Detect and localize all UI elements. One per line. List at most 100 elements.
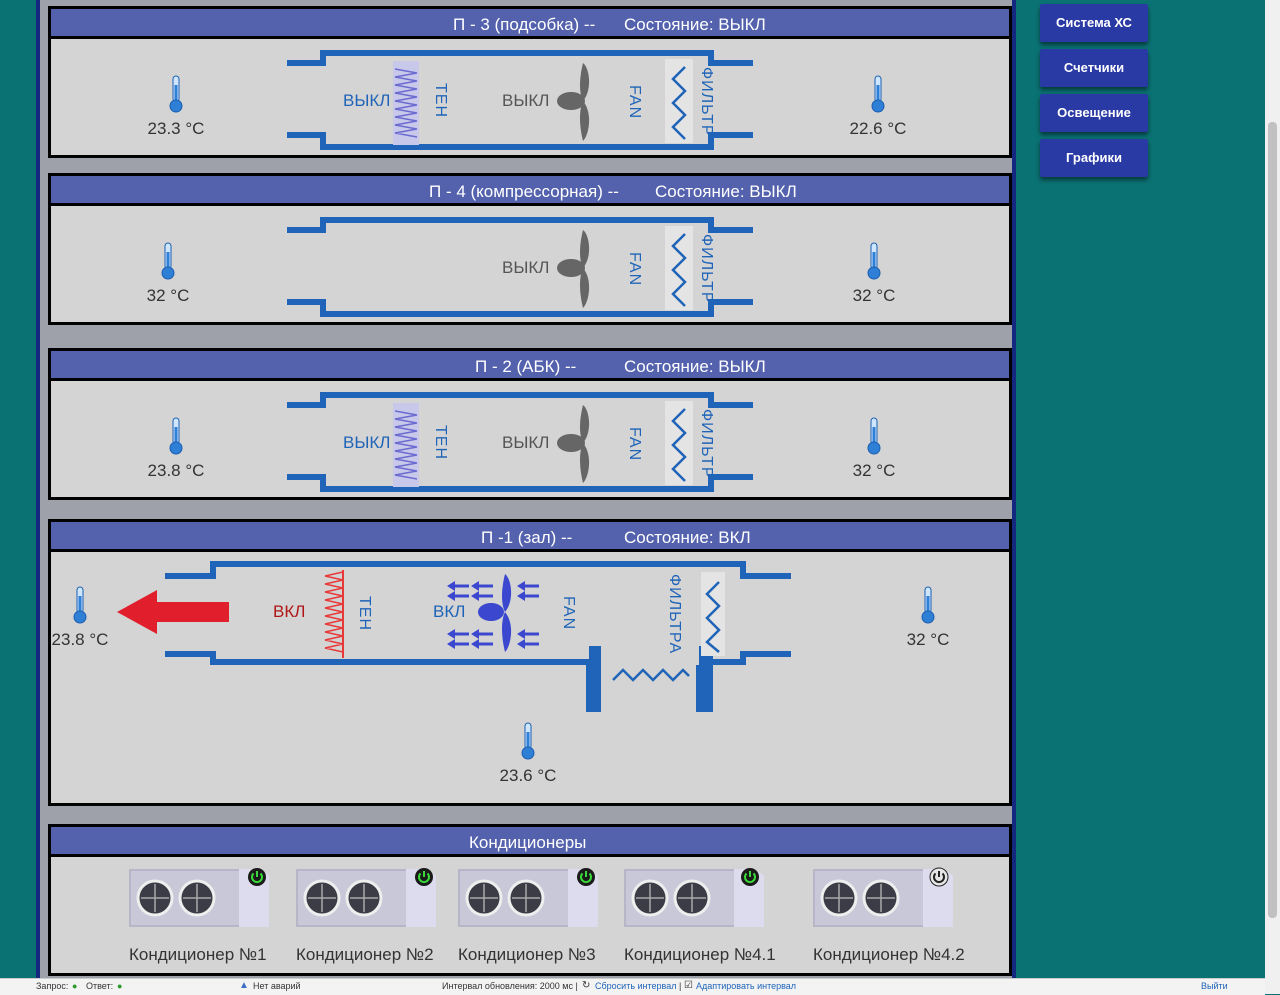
nav-button-system-xs[interactable]: Система ХС [1040,4,1148,42]
panel-conditioners: Кондиционеры Кондиционер №1 Кондиционер … [48,824,1012,976]
fan-label: FAN [626,85,643,120]
conditioner-4-1[interactable]: Кондиционер №4.1 [624,865,776,964]
nav-button-graphs[interactable]: Графики [1040,139,1148,177]
power-icon[interactable] [576,867,596,887]
panel-title: П - 3 (подсобка) -- [453,15,596,34]
reset-interval-link[interactable]: Сбросить интервал [595,981,676,991]
temp-value: 32 °C [906,630,950,649]
response-label: Ответ: [86,981,114,991]
heater-label: ТЕН [356,596,373,631]
temp-sensor-in: 23.3 °C [131,75,221,139]
panel-p3: П - 3 (подсобка) -- Состояние: ВЫКЛ 23.3… [48,6,1012,158]
nav-button-counters[interactable]: Счетчики [1040,49,1148,87]
temp-sensor-out: 32 °C [829,242,919,306]
panel-title: Кондиционеры [469,833,587,852]
status-bar: Запрос: ● Ответ: ● ▲ Нет аварий Интервал… [0,978,1265,995]
thermometer-icon [73,586,87,624]
temp-sensor-out: 22.6 °C [833,75,923,139]
thermometer-icon [867,417,881,455]
thermometer-icon [871,75,885,113]
filter-label: ФИЛЬТР [698,409,715,479]
fan-state: ВЫКЛ [502,91,550,110]
power-icon[interactable] [414,867,434,887]
temp-sensor-bottom: 23.6 °C [483,722,573,786]
fan-state: ВЫКЛ [502,258,550,277]
panel-state: Состояние: ВЫКЛ [624,15,766,34]
panel-title: П - 4 (компрессорная) -- [429,182,619,201]
thermometer-icon [521,722,535,760]
panel-state: Состояние: ВЫКЛ [624,357,766,376]
refresh-interval-text: Интервал обновления: 2000 мс | [442,981,578,991]
heater-state: ВЫКЛ [343,91,391,110]
panel-state: Состояние: ВКЛ [624,528,751,547]
panel-header: П - 4 (компрессорная) -- Состояние: ВЫКЛ [51,176,1009,206]
temp-value: 32 °C [146,286,190,305]
conditioner-1[interactable]: Кондиционер №1 [129,865,269,964]
status-separator: | [679,981,682,991]
temp-value: 32 °C [852,286,896,305]
response-indicator: ● [117,981,123,991]
panel-state: Состояние: ВЫКЛ [655,182,797,201]
panel-p2: П - 2 (АБК) -- Состояние: ВЫКЛ 23.8 °C 3… [48,348,1012,500]
panel-header: Кондиционеры [51,827,1009,857]
panel-header: П - 2 (АБК) -- Состояние: ВЫКЛ [51,351,1009,381]
conditioner-label: Кондиционер №4.1 [624,945,776,964]
temp-value: 23.8 °C [147,461,205,480]
temp-value: 23.8 °C [51,630,109,649]
power-icon[interactable] [247,867,267,887]
power-icon[interactable] [740,867,760,887]
panel-title: П -1 (зал) -- [481,528,573,547]
panel-header: П -1 (зал) -- Состояние: ВКЛ [51,522,1009,552]
fan-label: FAN [626,427,643,462]
filter-label: ФИЛЬТР [698,67,715,137]
panel-title: П - 2 (АБК) -- [475,357,577,376]
conditioner-label: Кондиционер №2 [296,945,434,964]
conditioner-3[interactable]: Кондиционер №3 [458,865,598,964]
thermometer-icon [921,586,935,624]
warning-icon: ▲ [239,980,249,991]
vertical-scrollbar[interactable] [1265,0,1280,994]
thermometer-icon [161,242,175,280]
filter-label: ФИЛЬТР [698,234,715,304]
main-frame: П - 3 (подсобка) -- Состояние: ВЫКЛ 23.3… [36,0,1016,978]
conditioner-label: Кондиционер №3 [458,945,596,964]
temp-sensor-in: 23.8 °C [131,417,221,481]
checkbox-icon: ☑ [684,980,693,991]
temp-value: 23.6 °C [499,766,557,785]
temp-value: 22.6 °C [849,119,907,138]
temp-sensor-in: 32 °C [123,242,213,306]
fan-state: ВЫКЛ [502,433,550,452]
request-indicator: ● [72,981,78,991]
thermometer-icon [169,75,183,113]
conditioner-label: Кондиционер №1 [129,945,267,964]
thermometer-icon [867,242,881,280]
conditioner-2[interactable]: Кондиционер №2 [296,865,436,964]
fan-state: ВКЛ [433,602,466,621]
refresh-icon: ↻ [582,980,591,991]
scrollbar-thumb[interactable] [1268,122,1277,918]
heater-state: ВКЛ [273,602,306,621]
logout-link[interactable]: Выйти [1201,981,1228,991]
conditioner-label: Кондиционер №4.2 [813,945,965,964]
panel-p4: П - 4 (компрессорная) -- Состояние: ВЫКЛ… [48,173,1012,325]
temp-sensor-in: 23.8 °C [35,586,125,650]
panel-p1: П -1 (зал) -- Состояние: ВКЛ 23.8 °C 32 … [48,519,1012,806]
filter-label: ФИЛЬТРА [666,574,683,655]
adapt-interval-link[interactable]: Адаптировать интервал [696,981,796,991]
fan-label: FAN [560,596,577,631]
heater-state: ВЫКЛ [343,433,391,452]
heater-label: ТЕН [432,83,449,118]
heater-label: ТЕН [432,425,449,460]
duct-diagram [165,561,791,712]
thermometer-icon [169,417,183,455]
temp-value: 23.3 °C [147,119,205,138]
request-label: Запрос: [36,981,69,991]
panel-header: П - 3 (подсобка) -- Состояние: ВЫКЛ [51,9,1009,39]
nav-button-lighting[interactable]: Освещение [1040,94,1148,132]
power-icon[interactable] [929,867,949,887]
temp-sensor-out: 32 °C [829,417,919,481]
temp-value: 32 °C [852,461,896,480]
fan-label: FAN [626,252,643,287]
conditioner-4-2[interactable]: Кондиционер №4.2 [813,865,965,964]
alarm-status: Нет аварий [253,981,301,991]
